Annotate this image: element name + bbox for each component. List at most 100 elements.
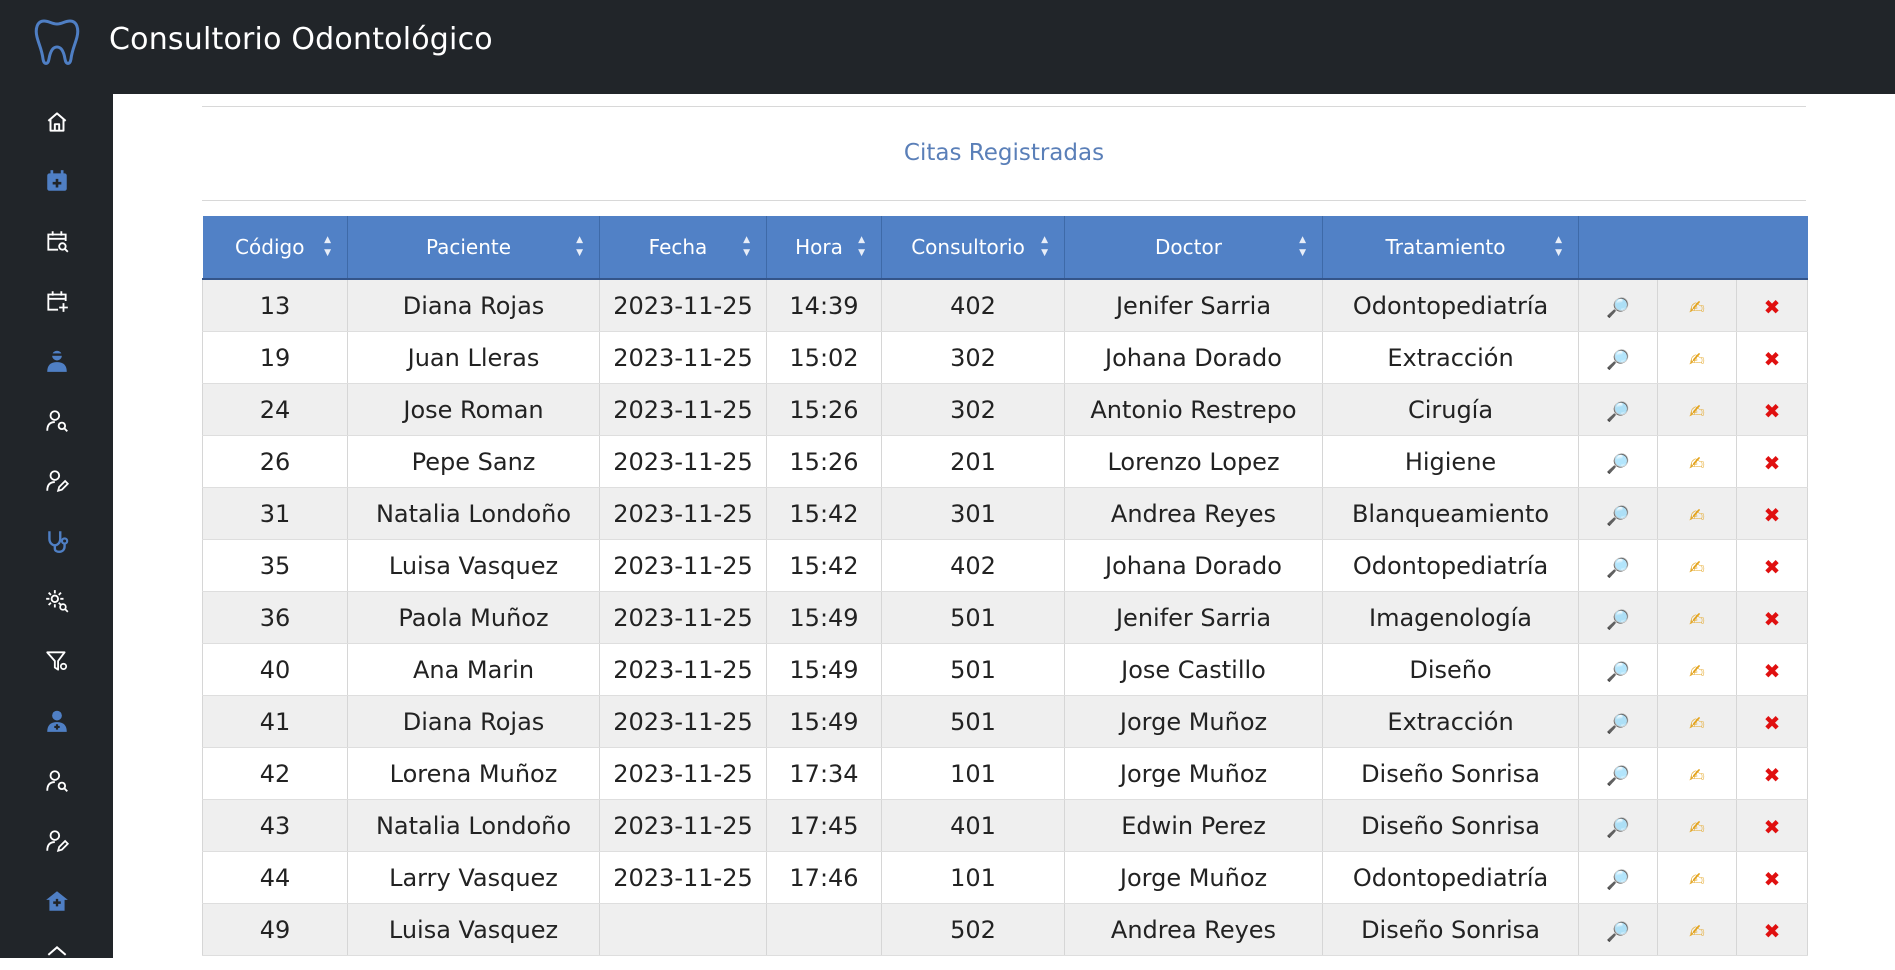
delete-icon[interactable]: ✖ — [1764, 867, 1781, 891]
edit-icon[interactable]: ✍ — [1689, 297, 1705, 319]
view-icon[interactable]: 🔎 — [1606, 400, 1630, 423]
delete-button[interactable]: ✖ — [1736, 383, 1809, 436]
edit-button[interactable]: ✍ — [1657, 643, 1737, 696]
delete-button[interactable]: ✖ — [1736, 487, 1809, 540]
sidebar-item-treatments-filter[interactable] — [43, 647, 71, 675]
view-icon[interactable]: 🔎 — [1606, 868, 1630, 891]
sidebar-item-patients-edit[interactable] — [43, 467, 71, 495]
view-icon[interactable]: 🔎 — [1606, 452, 1630, 475]
edit-button[interactable]: ✍ — [1657, 591, 1737, 644]
sort-icon[interactable]: ▲ ▼ — [324, 234, 331, 260]
delete-icon[interactable]: ✖ — [1764, 347, 1781, 371]
view-icon[interactable]: 🔎 — [1606, 504, 1630, 527]
sidebar-item-appointments-add[interactable] — [43, 287, 71, 315]
column-header-fecha[interactable]: Fecha ▲ ▼ — [599, 216, 767, 280]
edit-button[interactable]: ✍ — [1657, 851, 1737, 904]
column-header-consultorio[interactable]: Consultorio ▲ ▼ — [881, 216, 1065, 280]
edit-icon[interactable]: ✍ — [1689, 765, 1705, 787]
sort-icon[interactable]: ▲ ▼ — [858, 234, 865, 260]
edit-button[interactable]: ✍ — [1657, 695, 1737, 748]
sidebar-item-patients[interactable] — [43, 347, 71, 375]
view-icon[interactable]: 🔎 — [1606, 712, 1630, 735]
edit-button[interactable]: ✍ — [1657, 487, 1737, 540]
sort-icon[interactable]: ▲ ▼ — [1555, 234, 1562, 260]
delete-icon[interactable]: ✖ — [1764, 451, 1781, 475]
delete-icon[interactable]: ✖ — [1764, 607, 1781, 631]
view-icon[interactable]: 🔎 — [1606, 556, 1630, 579]
delete-icon[interactable]: ✖ — [1764, 919, 1781, 943]
delete-button[interactable]: ✖ — [1736, 799, 1809, 852]
delete-button[interactable]: ✖ — [1736, 331, 1809, 384]
edit-icon[interactable]: ✍ — [1689, 453, 1705, 475]
column-header-hora[interactable]: Hora ▲ ▼ — [766, 216, 882, 280]
sidebar-item-appointments[interactable] — [43, 167, 71, 195]
delete-button[interactable]: ✖ — [1736, 695, 1809, 748]
delete-icon[interactable]: ✖ — [1764, 555, 1781, 579]
sidebar-item-patients-search[interactable] — [43, 407, 71, 435]
edit-button[interactable]: ✍ — [1657, 747, 1737, 800]
sidebar-item-doctors[interactable] — [43, 707, 71, 735]
view-icon[interactable]: 🔎 — [1606, 764, 1630, 787]
delete-button[interactable]: ✖ — [1736, 591, 1809, 644]
edit-button[interactable]: ✍ — [1657, 435, 1737, 488]
sidebar-item-treatments-search[interactable] — [43, 587, 71, 615]
delete-icon[interactable]: ✖ — [1764, 399, 1781, 423]
delete-icon[interactable]: ✖ — [1764, 763, 1781, 787]
edit-icon[interactable]: ✍ — [1689, 505, 1705, 527]
view-button[interactable]: 🔎 — [1578, 383, 1658, 436]
view-icon[interactable]: 🔎 — [1606, 296, 1630, 319]
edit-icon[interactable]: ✍ — [1689, 921, 1705, 943]
delete-icon[interactable]: ✖ — [1764, 711, 1781, 735]
column-header-codigo[interactable]: Código ▲ ▼ — [202, 216, 348, 280]
view-icon[interactable]: 🔎 — [1606, 660, 1630, 683]
view-button[interactable]: 🔎 — [1578, 851, 1658, 904]
sidebar-item-more[interactable] — [43, 942, 71, 970]
view-icon[interactable]: 🔎 — [1606, 608, 1630, 631]
view-button[interactable]: 🔎 — [1578, 331, 1658, 384]
edit-icon[interactable]: ✍ — [1689, 401, 1705, 423]
delete-icon[interactable]: ✖ — [1764, 659, 1781, 683]
edit-button[interactable]: ✍ — [1657, 539, 1737, 592]
sidebar-item-offices[interactable] — [43, 887, 71, 915]
edit-icon[interactable]: ✍ — [1689, 817, 1705, 839]
delete-icon[interactable]: ✖ — [1764, 295, 1781, 319]
sidebar-item-doctors-search[interactable] — [43, 767, 71, 795]
edit-button[interactable]: ✍ — [1657, 279, 1737, 332]
view-icon[interactable]: 🔎 — [1606, 920, 1630, 943]
delete-button[interactable]: ✖ — [1736, 279, 1809, 332]
edit-icon[interactable]: ✍ — [1689, 661, 1705, 683]
edit-icon[interactable]: ✍ — [1689, 713, 1705, 735]
sort-icon[interactable]: ▲ ▼ — [1041, 234, 1048, 260]
delete-button[interactable]: ✖ — [1736, 747, 1809, 800]
sidebar-item-treatments[interactable] — [43, 527, 71, 555]
edit-button[interactable]: ✍ — [1657, 799, 1737, 852]
view-icon[interactable]: 🔎 — [1606, 348, 1630, 371]
sort-icon[interactable]: ▲ ▼ — [1299, 234, 1306, 260]
sidebar-item-home[interactable] — [43, 108, 71, 136]
edit-button[interactable]: ✍ — [1657, 331, 1737, 384]
view-button[interactable]: 🔎 — [1578, 799, 1658, 852]
edit-icon[interactable]: ✍ — [1689, 869, 1705, 891]
sort-icon[interactable]: ▲ ▼ — [743, 234, 750, 260]
delete-button[interactable]: ✖ — [1736, 539, 1809, 592]
view-button[interactable]: 🔎 — [1578, 643, 1658, 696]
view-button[interactable]: 🔎 — [1578, 435, 1658, 488]
delete-button[interactable]: ✖ — [1736, 435, 1809, 488]
edit-icon[interactable]: ✍ — [1689, 557, 1705, 579]
view-button[interactable]: 🔎 — [1578, 591, 1658, 644]
sort-icon[interactable]: ▲ ▼ — [576, 234, 583, 260]
column-header-paciente[interactable]: Paciente ▲ ▼ — [347, 216, 600, 280]
delete-button[interactable]: ✖ — [1736, 851, 1809, 904]
view-button[interactable]: 🔎 — [1578, 487, 1658, 540]
delete-button[interactable]: ✖ — [1736, 643, 1809, 696]
delete-icon[interactable]: ✖ — [1764, 815, 1781, 839]
view-button[interactable]: 🔎 — [1578, 747, 1658, 800]
view-button[interactable]: 🔎 — [1578, 903, 1658, 956]
tooth-icon[interactable] — [34, 17, 80, 67]
sidebar-item-appointments-search[interactable] — [43, 227, 71, 255]
view-button[interactable]: 🔎 — [1578, 539, 1658, 592]
delete-icon[interactable]: ✖ — [1764, 503, 1781, 527]
view-button[interactable]: 🔎 — [1578, 279, 1658, 332]
edit-icon[interactable]: ✍ — [1689, 609, 1705, 631]
view-icon[interactable]: 🔎 — [1606, 816, 1630, 839]
